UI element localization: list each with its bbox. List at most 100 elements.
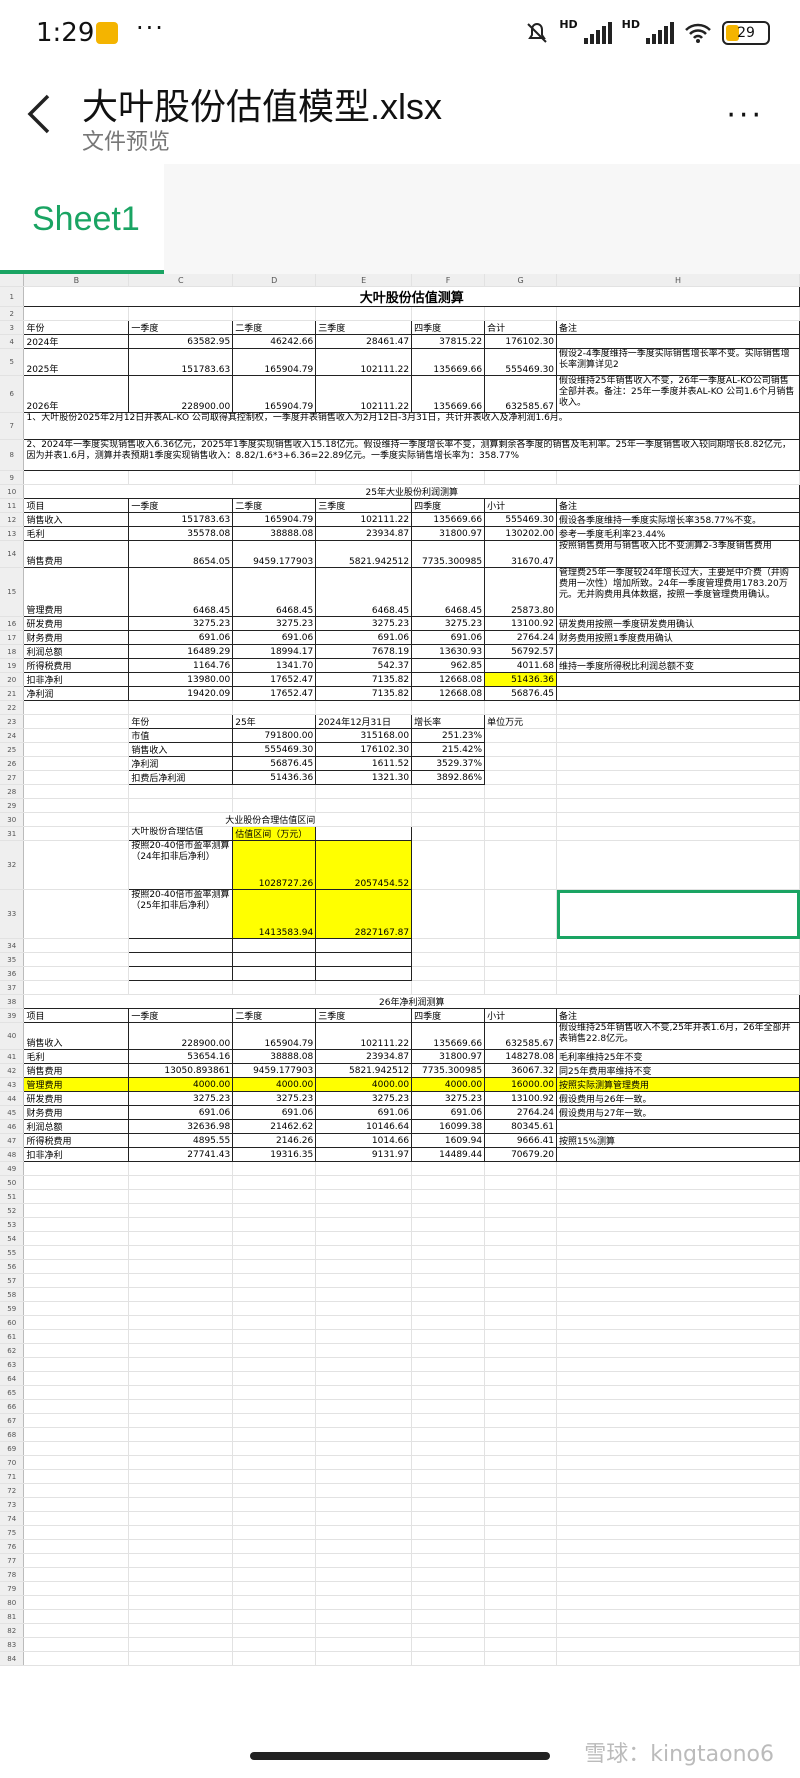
- cell[interactable]: 净利润: [23, 686, 130, 701]
- cell[interactable]: [23, 784, 130, 799]
- cell[interactable]: [484, 1595, 558, 1610]
- cell[interactable]: [128, 1259, 234, 1274]
- cell[interactable]: [556, 756, 800, 771]
- row-header[interactable]: 66: [0, 1399, 25, 1414]
- row-header[interactable]: 84: [0, 1651, 25, 1666]
- row-header[interactable]: 26: [0, 756, 25, 771]
- cell[interactable]: 2025年: [23, 348, 130, 376]
- cell[interactable]: [315, 980, 413, 995]
- cell[interactable]: 691.06: [232, 630, 317, 645]
- cell[interactable]: [484, 784, 558, 799]
- cell[interactable]: 102111.22: [315, 375, 413, 413]
- gesture-bar[interactable]: [250, 1752, 550, 1760]
- cell[interactable]: [556, 1119, 800, 1134]
- cell[interactable]: [411, 1651, 486, 1666]
- note-cell[interactable]: 1、大叶股份2025年2月12日并表AL-KO 公司取得其控制权，一季度并表销售…: [23, 412, 800, 440]
- cell[interactable]: 小计: [484, 1008, 558, 1023]
- cell[interactable]: [128, 1385, 234, 1400]
- row-header[interactable]: 1: [0, 286, 25, 307]
- cell[interactable]: [23, 1301, 130, 1316]
- cell[interactable]: [232, 1357, 317, 1372]
- cell[interactable]: 130202.00: [484, 526, 558, 541]
- cell[interactable]: 3275.23: [411, 1091, 486, 1106]
- cell[interactable]: [556, 1399, 800, 1414]
- row-header[interactable]: 18: [0, 644, 25, 659]
- cell[interactable]: [556, 1539, 800, 1554]
- row-header[interactable]: 40: [0, 1022, 25, 1050]
- cell[interactable]: [556, 966, 800, 981]
- cell[interactable]: [484, 1637, 558, 1652]
- cell[interactable]: 2764.24: [484, 1105, 558, 1120]
- row-header[interactable]: 55: [0, 1245, 25, 1260]
- cell[interactable]: [23, 798, 130, 813]
- cell[interactable]: [484, 1357, 558, 1372]
- cell[interactable]: [484, 1371, 558, 1386]
- cell[interactable]: 23934.87: [315, 1049, 413, 1064]
- cell[interactable]: [232, 1539, 317, 1554]
- cell[interactable]: [411, 1413, 486, 1428]
- cell[interactable]: 利润总额: [23, 644, 130, 659]
- cell[interactable]: 1028727.26: [232, 840, 317, 890]
- cell[interactable]: 9666.41: [484, 1133, 558, 1148]
- cell[interactable]: [23, 1427, 130, 1442]
- row-header[interactable]: 20: [0, 672, 25, 687]
- cell[interactable]: [484, 1511, 558, 1526]
- cell[interactable]: [23, 1539, 130, 1554]
- cell[interactable]: [232, 1469, 317, 1484]
- cell[interactable]: 管理费用: [23, 1077, 130, 1092]
- row-header[interactable]: 48: [0, 1147, 25, 1162]
- cell[interactable]: [23, 826, 130, 841]
- cell[interactable]: [556, 1301, 800, 1316]
- cell[interactable]: [411, 966, 486, 981]
- row-header[interactable]: 19: [0, 658, 25, 673]
- cell[interactable]: 扣非净利: [23, 1147, 130, 1162]
- cell[interactable]: 7135.82: [315, 672, 413, 687]
- cell[interactable]: [411, 1357, 486, 1372]
- cell[interactable]: 三季度: [315, 320, 413, 335]
- cell[interactable]: [484, 826, 558, 841]
- cell[interactable]: 销售收入: [128, 742, 234, 757]
- cell[interactable]: [556, 1161, 800, 1176]
- cell[interactable]: [411, 952, 486, 967]
- cell[interactable]: 19420.09: [128, 686, 234, 701]
- cell[interactable]: [484, 1553, 558, 1568]
- cell[interactable]: [556, 938, 800, 953]
- cell[interactable]: 632585.67: [484, 375, 558, 413]
- cell[interactable]: [411, 306, 486, 321]
- cell[interactable]: [315, 952, 413, 967]
- cell[interactable]: 假设维持25年销售收入不变,25年并表1.6月，26年全部并表销售22.8亿元。: [556, 1022, 800, 1050]
- cell[interactable]: [411, 700, 486, 715]
- cell[interactable]: 4000.00: [128, 1077, 234, 1092]
- cell[interactable]: [315, 1175, 413, 1190]
- cell[interactable]: [23, 980, 130, 995]
- cell[interactable]: 2146.26: [232, 1133, 317, 1148]
- row-header[interactable]: 8: [0, 439, 25, 471]
- cell[interactable]: [484, 1343, 558, 1358]
- cell[interactable]: [484, 1287, 558, 1302]
- cell[interactable]: 小计: [484, 498, 558, 513]
- cell[interactable]: [232, 1315, 317, 1330]
- cell[interactable]: 利润总额: [23, 1119, 130, 1134]
- row-header[interactable]: 67: [0, 1413, 25, 1428]
- cell[interactable]: [484, 1427, 558, 1442]
- cell[interactable]: [128, 1651, 234, 1666]
- cell[interactable]: [556, 1637, 800, 1652]
- cell[interactable]: [23, 812, 130, 827]
- cell[interactable]: 项目: [23, 498, 130, 513]
- cell[interactable]: [232, 952, 317, 967]
- cell[interactable]: [411, 1203, 486, 1218]
- cell[interactable]: [556, 1287, 800, 1302]
- cell[interactable]: 财务费用: [23, 630, 130, 645]
- cell[interactable]: [411, 1469, 486, 1484]
- cell[interactable]: [556, 1651, 800, 1666]
- cell[interactable]: [411, 1371, 486, 1386]
- cell[interactable]: [232, 1581, 317, 1596]
- row-header[interactable]: 36: [0, 966, 25, 981]
- cell[interactable]: [411, 1175, 486, 1190]
- cell[interactable]: [484, 1301, 558, 1316]
- cell[interactable]: [411, 1343, 486, 1358]
- cell[interactable]: 791800.00: [232, 728, 317, 743]
- cell[interactable]: [484, 1385, 558, 1400]
- cell[interactable]: [128, 1161, 234, 1176]
- cell[interactable]: [484, 1497, 558, 1512]
